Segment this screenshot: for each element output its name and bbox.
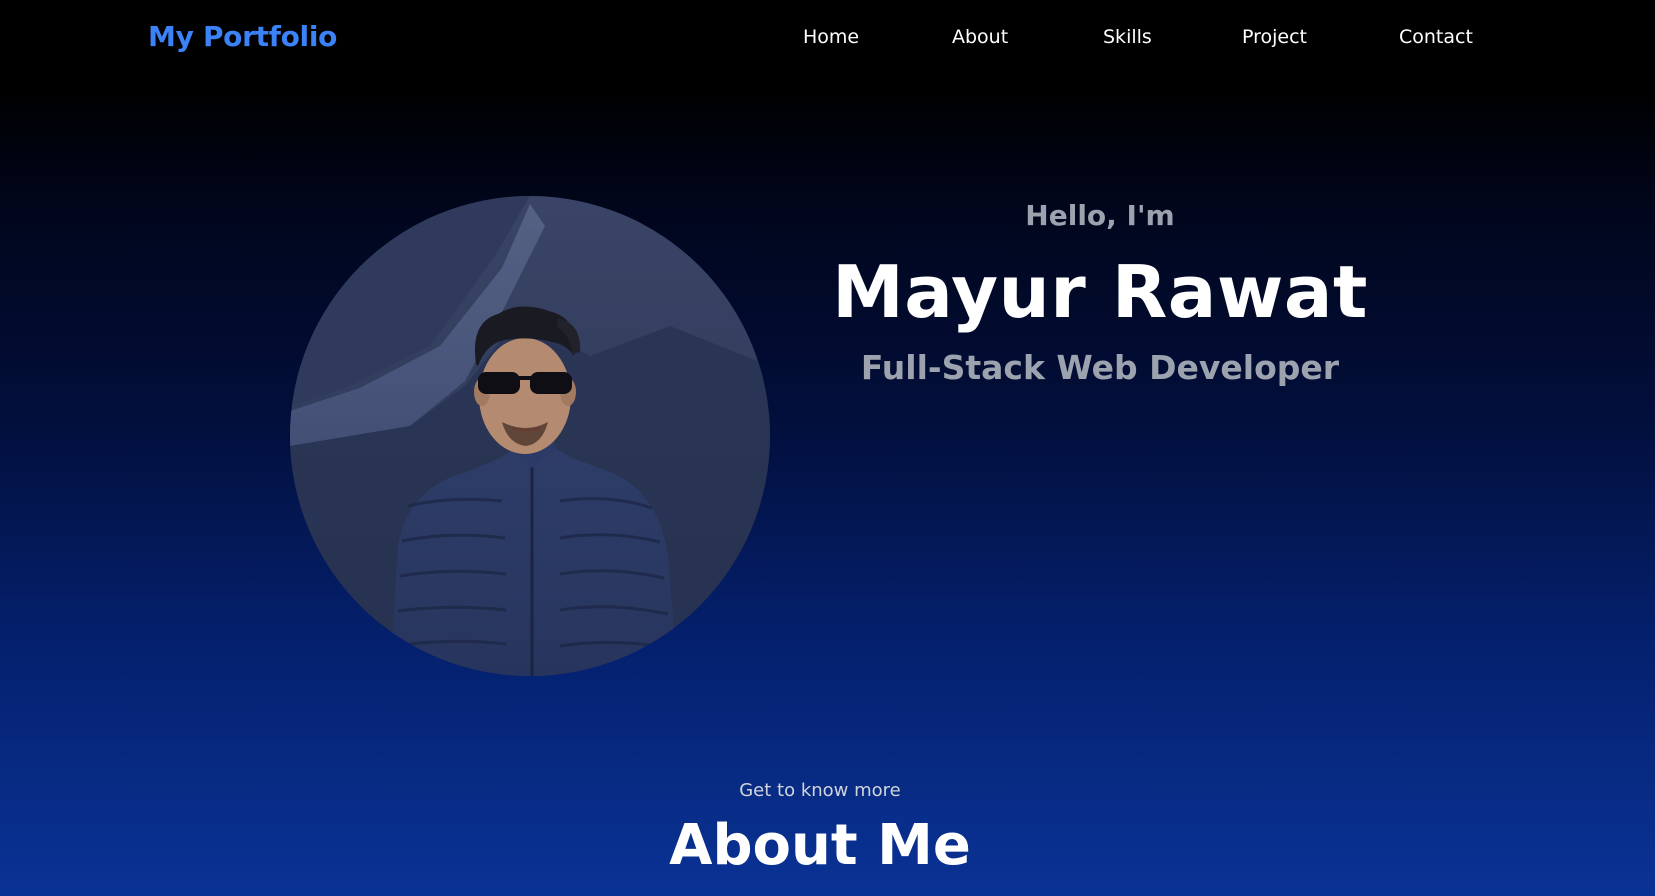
profile-photo-illustration <box>290 196 770 676</box>
hero-text: Hello, I'm Mayur Rawat Full-Stack Web De… <box>820 192 1380 392</box>
nav-link-project[interactable]: Project <box>1242 26 1307 48</box>
nav-link-contact[interactable]: Contact <box>1399 26 1473 48</box>
nav-link-skills[interactable]: Skills <box>1103 26 1152 48</box>
hero-greeting: Hello, I'm <box>1025 199 1175 232</box>
nav-link-home[interactable]: Home <box>803 26 859 48</box>
about-subtitle: Get to know more <box>739 780 901 801</box>
about-title: About Me <box>669 813 971 878</box>
profile-photo <box>290 196 770 676</box>
hero-name: Mayur Rawat <box>832 250 1368 334</box>
main-nav: Home About Skills Project Contact <box>0 26 1655 52</box>
hero-role: Full-Stack Web Developer <box>860 348 1340 387</box>
nav-link-about[interactable]: About <box>952 26 1008 48</box>
